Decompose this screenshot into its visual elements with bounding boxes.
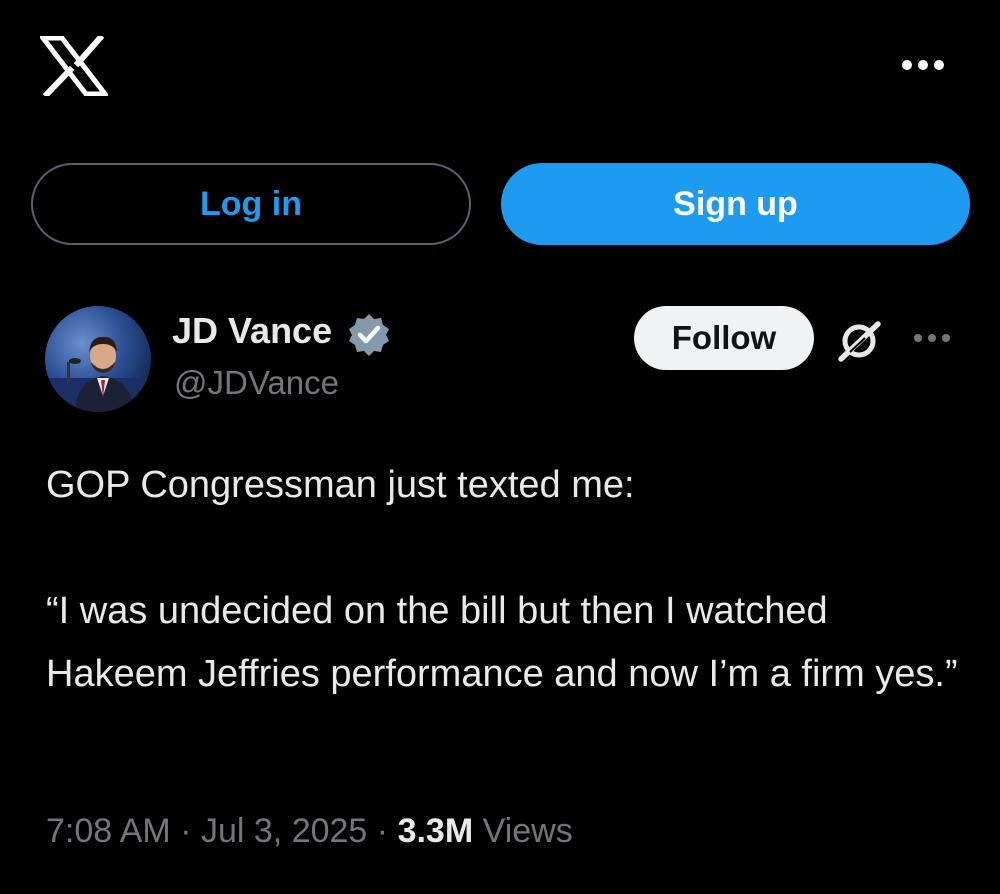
tweet-time[interactable]: 7:08 AM (46, 812, 171, 850)
tweet-text-line: GOP Congressman just texted me: (46, 464, 635, 506)
login-button-label: Log in (200, 184, 302, 223)
tweet-more-icon[interactable] (912, 330, 952, 346)
follow-button-label: Follow (671, 319, 777, 356)
author-name[interactable]: JD Vance (172, 310, 332, 352)
avatar[interactable] (45, 306, 151, 412)
more-horizontal-icon[interactable] (900, 56, 946, 74)
signup-button[interactable]: Sign up (501, 163, 970, 245)
x-logo-icon[interactable] (40, 36, 108, 96)
tweet-text-gap (46, 517, 966, 580)
meta-separator: · (180, 812, 192, 850)
views-label: Views (482, 812, 573, 850)
verified-badge-icon (349, 314, 389, 356)
signup-button-label: Sign up (673, 184, 798, 223)
author-handle[interactable]: @JDVance (174, 364, 339, 402)
grok-icon[interactable] (834, 318, 884, 364)
meta-separator: · (376, 812, 389, 850)
login-button[interactable]: Log in (31, 163, 471, 245)
tweet-text-quote: “I was undecided on the bill but then I … (46, 590, 958, 695)
follow-button[interactable]: Follow (634, 306, 814, 370)
tweet-text: GOP Congressman just texted me: “I was u… (46, 454, 966, 706)
tweet-date[interactable]: Jul 3, 2025 (201, 812, 367, 850)
tweet-meta: 7:08 AM · Jul 3, 2025 · 3.3M Views (46, 812, 573, 851)
views-count: 3.3M (397, 812, 474, 850)
